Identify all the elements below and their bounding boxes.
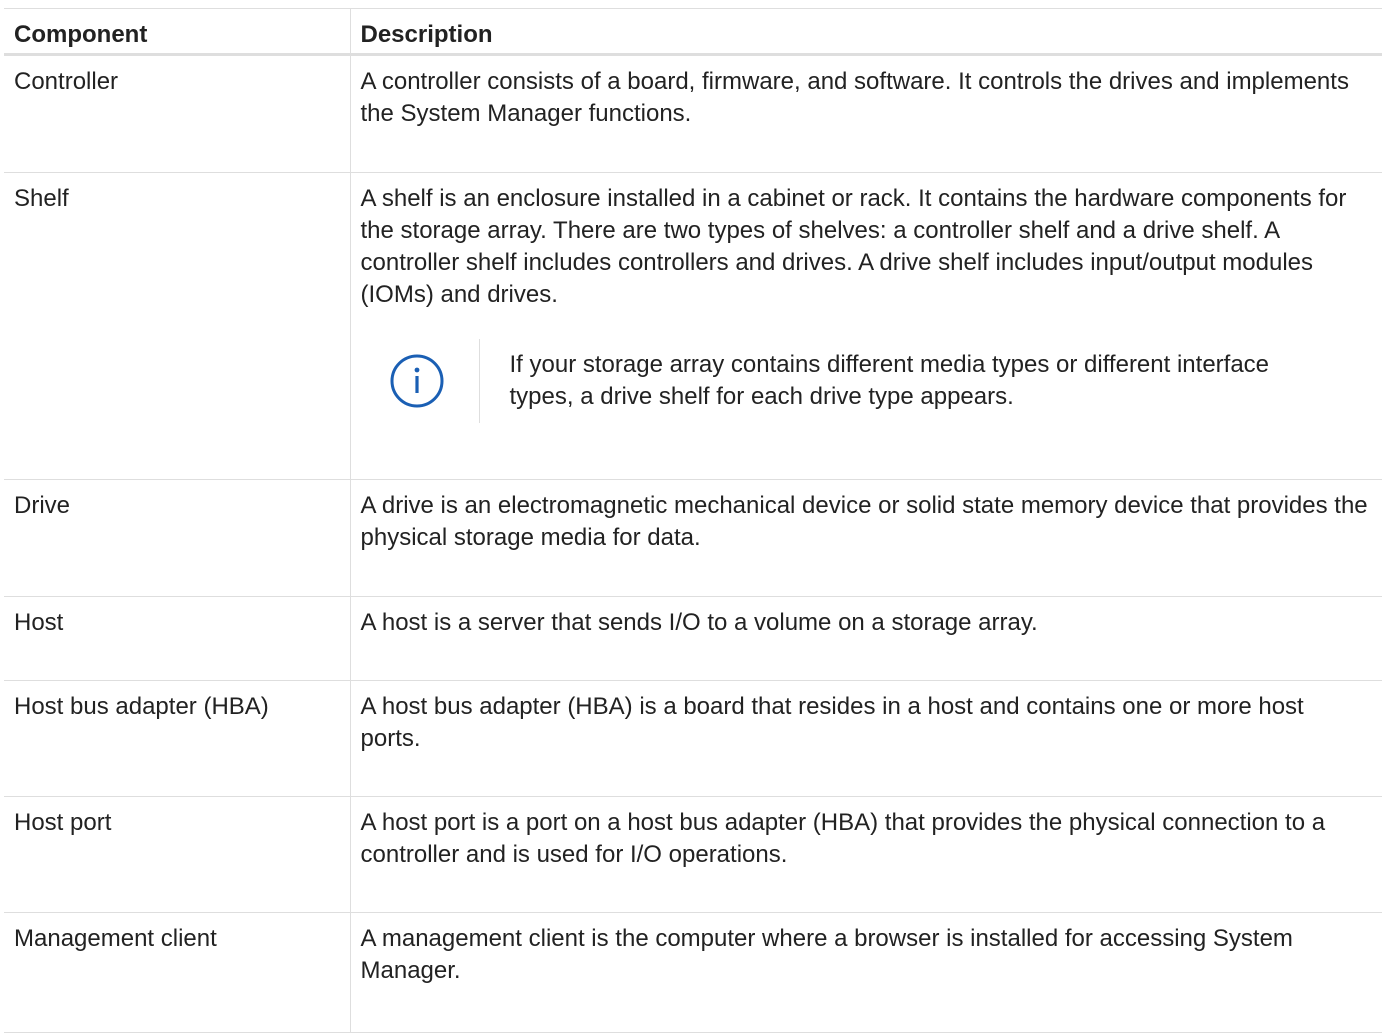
header-component: Component	[4, 8, 351, 56]
description-cell: A management client is the computer wher…	[349, 912, 1382, 1033]
description-text: A drive is an electromagnetic mechanical…	[360, 492, 1368, 551]
component-cell: Host	[4, 596, 351, 681]
note-divider	[478, 339, 480, 423]
description-text: A host port is a port on a host bus adap…	[360, 809, 1326, 868]
description-text: A controller consists of a board, firmwa…	[360, 68, 1349, 127]
table-row: Host port A host port is a port on a hos…	[4, 796, 1382, 913]
description-cell: A controller consists of a board, firmwa…	[349, 54, 1382, 173]
table-row: Shelf A shelf is an enclosure installed …	[4, 172, 1382, 480]
note-icon-container	[381, 339, 479, 423]
table-row: Management client A management client is…	[4, 912, 1382, 1033]
description-text: A host bus adapter (HBA) is a board that…	[360, 693, 1304, 752]
info-note: If your storage array contains different…	[381, 339, 1371, 423]
description-cell: A shelf is an enclosure installed in a c…	[349, 172, 1382, 480]
component-cell: Controller	[4, 54, 351, 173]
info-icon	[390, 354, 443, 408]
note-text: If your storage array contains different…	[509, 351, 1270, 410]
component-cell: Drive	[4, 479, 351, 597]
description-text: A shelf is an enclosure installed in a c…	[360, 185, 1347, 308]
component-cell: Host port	[4, 796, 351, 913]
table-row: Drive A drive is an electromagnetic mech…	[4, 479, 1382, 597]
component-cell: Management client	[4, 912, 351, 1033]
table-header-row: Component Description	[4, 8, 1382, 56]
component-cell: Shelf	[4, 172, 351, 480]
table-row: Host A host is a server that sends I/O t…	[4, 596, 1382, 681]
description-cell: A host port is a port on a host bus adap…	[349, 796, 1382, 913]
component-cell: Host bus adapter (HBA)	[4, 680, 351, 797]
table-row: Host bus adapter (HBA) A host bus adapte…	[4, 680, 1382, 797]
description-cell: A drive is an electromagnetic mechanical…	[349, 479, 1382, 597]
description-text: A management client is the computer wher…	[360, 925, 1293, 984]
description-cell: A host bus adapter (HBA) is a board that…	[349, 680, 1382, 797]
description-cell: A host is a server that sends I/O to a v…	[349, 596, 1382, 681]
component-table: Component Description Controller A contr…	[4, 8, 1382, 1033]
header-description: Description	[349, 8, 1382, 56]
description-text: A host is a server that sends I/O to a v…	[360, 609, 1038, 636]
table-row: Controller A controller consists of a bo…	[4, 54, 1382, 173]
